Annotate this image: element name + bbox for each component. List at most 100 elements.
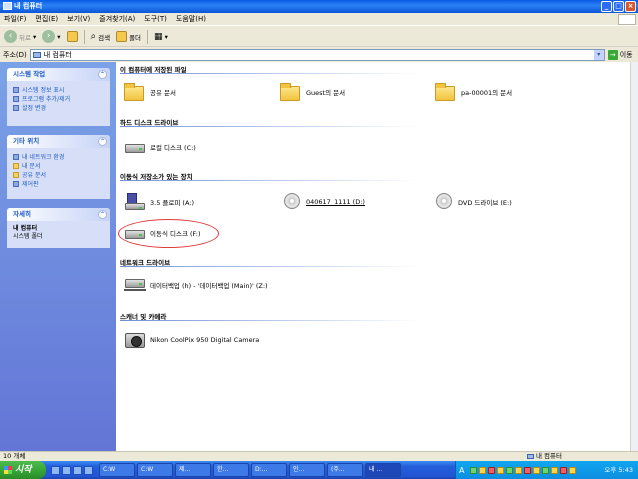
network-cable-icon: [124, 289, 146, 291]
group-divider: [120, 266, 420, 267]
info-icon: [13, 86, 19, 93]
tray-security-icon[interactable]: [488, 466, 496, 474]
system-tasks-header[interactable]: 시스템 작업 ⌃: [7, 68, 110, 81]
collapse-chevron-icon[interactable]: ⌃: [98, 210, 107, 219]
collapse-chevron-icon[interactable]: ⌃: [98, 70, 107, 79]
address-input[interactable]: 내 컴퓨터 ▾: [29, 49, 605, 61]
item-guest-documents[interactable]: Guest의 문서: [280, 83, 345, 101]
address-dropdown-button[interactable]: ▾: [593, 50, 604, 60]
group-divider: [120, 180, 420, 181]
back-button[interactable]: ‹ 뒤로 ▾: [4, 30, 36, 43]
task-pane: 시스템 작업 ⌃ 시스템 정보 표시 프로그램 추가/제거 설정 변경 기타 위…: [0, 62, 116, 451]
tray-app-icon[interactable]: [506, 466, 514, 474]
task-change-setting[interactable]: 설정 변경: [7, 103, 110, 112]
tray-app-icon[interactable]: [524, 466, 532, 474]
menu-favorites[interactable]: 즐겨찾기(A): [99, 14, 135, 24]
chevron-down-icon: ▾: [164, 32, 168, 41]
other-places-header[interactable]: 기타 위치 ⌃: [7, 135, 110, 148]
folder-icon: [435, 86, 455, 101]
task-button[interactable]: (주...: [327, 463, 363, 477]
folder-icon: [280, 86, 300, 101]
item-cd-drive[interactable]: 040617_1111 (D:): [280, 193, 365, 211]
quick-launch-media-icon[interactable]: [84, 465, 93, 475]
highlight-circle: [118, 219, 219, 248]
chevron-down-icon: ▾: [32, 32, 37, 41]
toolbar-separator: [83, 29, 85, 44]
toolbar-separator: [147, 29, 149, 44]
place-control-panel[interactable]: 제어판: [7, 179, 110, 188]
maximize-button[interactable]: □: [613, 1, 624, 12]
folder-icon: [124, 86, 144, 101]
chevron-down-icon: ▾: [57, 32, 61, 41]
task-button[interactable]: D:...: [251, 463, 287, 477]
item-floppy-drive[interactable]: 3.5 플로피 (A:): [124, 193, 194, 211]
forward-arrow-icon: ›: [42, 30, 56, 43]
task-button[interactable]: C:W: [137, 463, 173, 477]
quick-launch-desktop-icon[interactable]: [73, 465, 82, 475]
control-panel-icon: [13, 180, 19, 187]
tray-app-icon[interactable]: [479, 466, 487, 474]
toolbar: ‹ 뒤로 ▾ › ▾ ⌕ 검색 폴더 ▦ ▾: [0, 27, 638, 47]
taskbar-clock: 오후 5:43: [604, 466, 633, 474]
language-indicator[interactable]: A: [459, 466, 464, 475]
menu-help[interactable]: 도움말(H): [176, 14, 206, 24]
collapse-chevron-icon[interactable]: ⌃: [98, 137, 107, 146]
tray-app-icon[interactable]: [533, 466, 541, 474]
minimize-button[interactable]: _: [601, 1, 612, 12]
menu-tools[interactable]: 도구(T): [144, 14, 167, 24]
computer-icon: [32, 52, 41, 58]
search-button[interactable]: ⌕ 검색: [91, 31, 111, 42]
hard-drive-icon: [125, 144, 145, 153]
title-bar[interactable]: 내 컴퓨터 _ □ ×: [0, 0, 638, 13]
tray-volume-icon[interactable]: [542, 466, 550, 474]
windows-logo-icon: [618, 14, 636, 25]
item-local-disk[interactable]: 로컬 디스크 (C:): [124, 138, 196, 156]
views-button[interactable]: ▦ ▾: [154, 32, 168, 42]
item-dvd-drive[interactable]: DVD 드라이브 (E:): [432, 193, 512, 211]
task-button-active[interactable]: 내 ...: [365, 463, 401, 477]
task-button[interactable]: 제...: [175, 463, 211, 477]
folders-button[interactable]: 폴더: [116, 31, 141, 42]
tray-app-icon[interactable]: [515, 466, 523, 474]
task-button[interactable]: C:W: [99, 463, 135, 477]
camera-icon: [125, 333, 145, 348]
item-shared-documents[interactable]: 공유 문서: [124, 83, 176, 101]
up-button[interactable]: [66, 31, 78, 42]
item-network-drive[interactable]: 데이터백업 (h) - '데이터백업 (Main)' (Z:): [124, 277, 280, 295]
network-icon: [13, 153, 19, 160]
item-pa-documents[interactable]: pa-00001의 문서: [435, 83, 512, 101]
task-button[interactable]: 인...: [289, 463, 325, 477]
vertical-scrollbar[interactable]: [630, 62, 638, 451]
start-button[interactable]: 시작: [0, 461, 46, 479]
details-header[interactable]: 자세히 ⌃: [7, 208, 110, 221]
place-shared-documents[interactable]: 공유 문서: [7, 170, 110, 179]
place-my-documents[interactable]: 내 문서: [7, 161, 110, 170]
dvd-icon: [436, 193, 452, 209]
programs-icon: [13, 95, 19, 102]
quick-launch-app-icon[interactable]: [62, 465, 71, 475]
item-camera[interactable]: Nikon CoolPix 950 Digital Camera: [124, 331, 259, 349]
task-buttons: C:W C:W 제... 한... D:... 인... (주... 내 ...: [99, 463, 401, 477]
go-arrow-icon: →: [607, 50, 618, 60]
tray-network-icon[interactable]: [470, 466, 478, 474]
task-show-system-info[interactable]: 시스템 정보 표시: [7, 85, 110, 94]
task-button[interactable]: 한...: [213, 463, 249, 477]
tray-app-icon[interactable]: [560, 466, 568, 474]
task-add-remove-programs[interactable]: 프로그램 추가/제거: [7, 94, 110, 103]
menu-edit[interactable]: 편집(E): [35, 14, 58, 24]
address-bar: 주소(D) 내 컴퓨터 ▾ → 이동: [0, 48, 638, 62]
place-my-network[interactable]: 내 네트워크 환경: [7, 152, 110, 161]
go-button[interactable]: → 이동: [607, 50, 633, 60]
tray-app-icon[interactable]: [497, 466, 505, 474]
search-icon: ⌕: [90, 31, 97, 42]
menu-view[interactable]: 보기(V): [67, 14, 90, 24]
status-object-count: 10 개체: [3, 452, 26, 460]
close-button[interactable]: ×: [625, 1, 636, 12]
network-drive-icon: [125, 279, 145, 288]
tray-app-icon[interactable]: [551, 466, 559, 474]
tray-app-icon[interactable]: [569, 466, 577, 474]
menu-file[interactable]: 파일(F): [4, 14, 26, 24]
forward-button[interactable]: › ▾: [42, 30, 61, 43]
quick-launch-browser-icon[interactable]: [51, 465, 60, 475]
drive-base-icon: [125, 203, 145, 210]
